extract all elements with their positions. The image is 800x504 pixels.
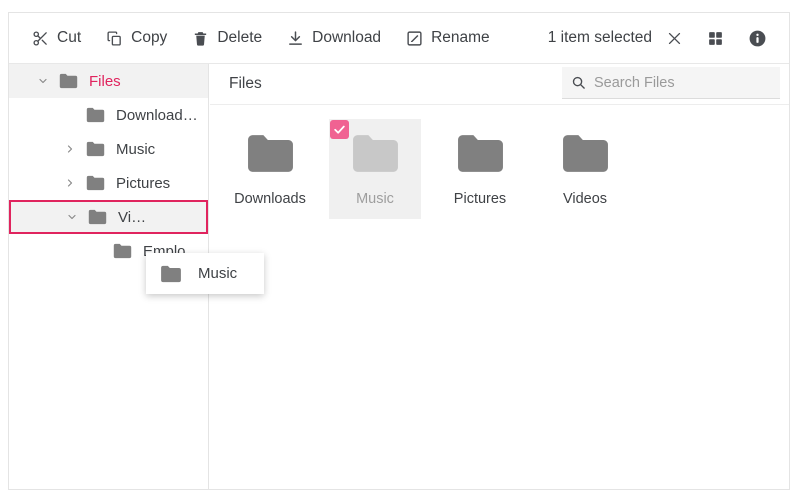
tree-item-label: Files [89, 73, 121, 90]
delete-button[interactable]: Delete [182, 23, 271, 53]
download-button[interactable]: Download [277, 23, 390, 53]
cut-button-label: Cut [57, 29, 81, 47]
chevron-down-icon[interactable] [36, 74, 50, 88]
file-grid: Downloads Music Pictures [210, 105, 789, 219]
tree-item-label: Pictures [116, 175, 170, 192]
delete-icon [191, 29, 209, 47]
folder-tile-pictures[interactable]: Pictures [434, 119, 526, 219]
delete-button-label: Delete [217, 29, 262, 47]
rename-icon [405, 29, 423, 47]
tree-item-label: Vi… [118, 209, 146, 226]
folder-icon [160, 265, 182, 283]
download-button-label: Download [312, 29, 381, 47]
folder-icon [86, 175, 105, 191]
selection-status: 1 item selected [548, 29, 652, 47]
folder-tile-label: Downloads [234, 191, 306, 207]
drag-preview-card: Music [146, 253, 264, 294]
tree-item-downloads[interactable]: Download… [9, 98, 208, 132]
folder-icon [86, 107, 105, 123]
folder-tile-label: Music [356, 191, 394, 207]
folder-icon [246, 133, 295, 174]
close-selection-button[interactable] [663, 27, 685, 49]
copy-icon [105, 29, 123, 47]
search-icon [571, 75, 586, 90]
folder-tile-videos[interactable]: Videos [539, 119, 631, 219]
tree-item-label: Music [116, 141, 155, 158]
chevron-right-icon[interactable] [63, 142, 77, 156]
info-icon[interactable] [746, 27, 768, 49]
rename-button-label: Rename [431, 29, 490, 47]
rename-button[interactable]: Rename [396, 23, 499, 53]
chevron-right-icon[interactable] [63, 176, 77, 190]
toolbar: Cut Copy Delete [9, 13, 789, 64]
copy-button-label: Copy [131, 29, 167, 47]
folder-icon [113, 243, 132, 259]
folder-icon [59, 73, 78, 89]
tree-item-files[interactable]: Files [9, 64, 208, 98]
drag-preview-label: Music [198, 265, 237, 282]
folder-icon [88, 209, 107, 225]
folder-icon [86, 141, 105, 157]
content-header: Files [210, 64, 789, 105]
checkbox-checked-icon[interactable] [330, 120, 349, 139]
folder-icon [456, 133, 505, 174]
chevron-down-icon[interactable] [65, 210, 79, 224]
folder-tile-label: Videos [563, 191, 607, 207]
folder-tile-music[interactable]: Music [329, 119, 421, 219]
tree-item-pictures[interactable]: Pictures [9, 166, 208, 200]
copy-button[interactable]: Copy [96, 23, 176, 53]
folder-tile-label: Pictures [454, 191, 506, 207]
tree-item-label: Download… [116, 107, 198, 124]
breadcrumb[interactable]: Files [229, 75, 262, 93]
download-icon [286, 29, 304, 47]
folder-icon [351, 133, 400, 174]
cut-button[interactable]: Cut [22, 23, 90, 53]
content-panel: Files Downloads [210, 64, 789, 489]
search-input[interactable] [594, 75, 764, 91]
folder-icon [561, 133, 610, 174]
grid-view-icon[interactable] [704, 27, 726, 49]
search-box[interactable] [562, 67, 780, 99]
file-manager-window: Cut Copy Delete [8, 12, 790, 490]
folder-tile-downloads[interactable]: Downloads [224, 119, 316, 219]
tree-item-music[interactable]: Music [9, 132, 208, 166]
tree-item-videos[interactable]: Vi… [9, 200, 208, 234]
cut-icon [31, 29, 49, 47]
